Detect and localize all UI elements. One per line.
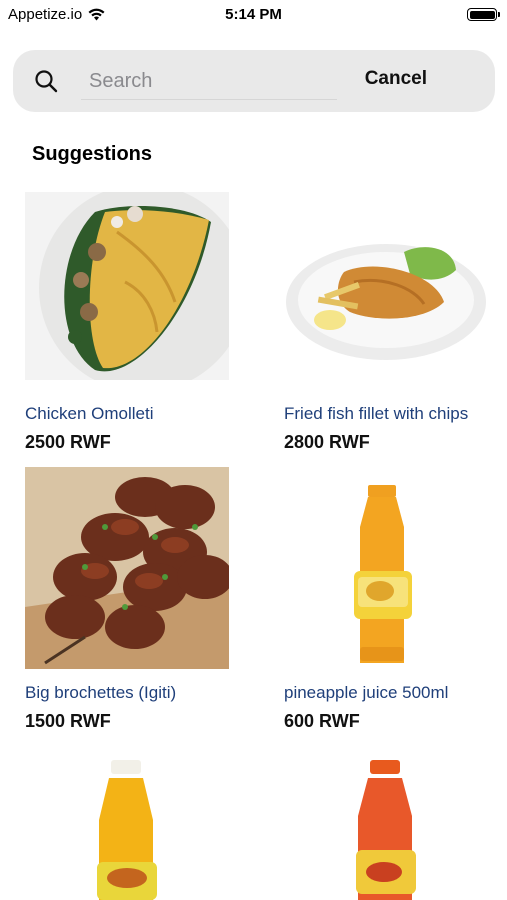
- product-card[interactable]: [284, 750, 507, 900]
- battery-icon: [467, 8, 500, 21]
- product-image[interactable]: [25, 192, 229, 380]
- status-time: 5:14 PM: [225, 6, 282, 23]
- product-price: 2500 RWF: [25, 432, 111, 452]
- product-card[interactable]: Chicken Omolleti 2500 RWF: [25, 192, 255, 453]
- status-bar: Appetize.io 5:14 PM: [0, 0, 507, 30]
- search-underline: [81, 99, 337, 100]
- product-image[interactable]: [25, 467, 229, 669]
- search-input[interactable]: [79, 64, 339, 98]
- product-image[interactable]: [284, 192, 488, 380]
- product-image[interactable]: [284, 750, 488, 900]
- cancel-button[interactable]: Cancel: [365, 68, 427, 90]
- product-name: Big brochettes (Igiti): [25, 683, 177, 702]
- product-card[interactable]: Big brochettes (Igiti) 1500 RWF: [25, 467, 255, 732]
- product-name: Chicken Omolleti: [25, 404, 154, 423]
- product-price: 1500 RWF: [25, 711, 111, 731]
- product-card[interactable]: [25, 750, 255, 900]
- product-image[interactable]: [284, 467, 488, 669]
- product-price: 2800 RWF: [284, 432, 370, 452]
- search-bar: Cancel: [13, 50, 495, 112]
- product-name: Fried fish fillet with chips: [284, 404, 469, 423]
- product-name: pineapple juice 500ml: [284, 683, 449, 702]
- product-image[interactable]: [25, 750, 229, 900]
- product-card[interactable]: Fried fish fillet with chips 2800 RWF: [284, 192, 507, 453]
- search-icon[interactable]: [33, 68, 59, 94]
- product-price: 600 RWF: [284, 711, 360, 731]
- product-card[interactable]: pineapple juice 500ml 600 RWF: [284, 467, 507, 732]
- section-title: Suggestions: [32, 143, 153, 165]
